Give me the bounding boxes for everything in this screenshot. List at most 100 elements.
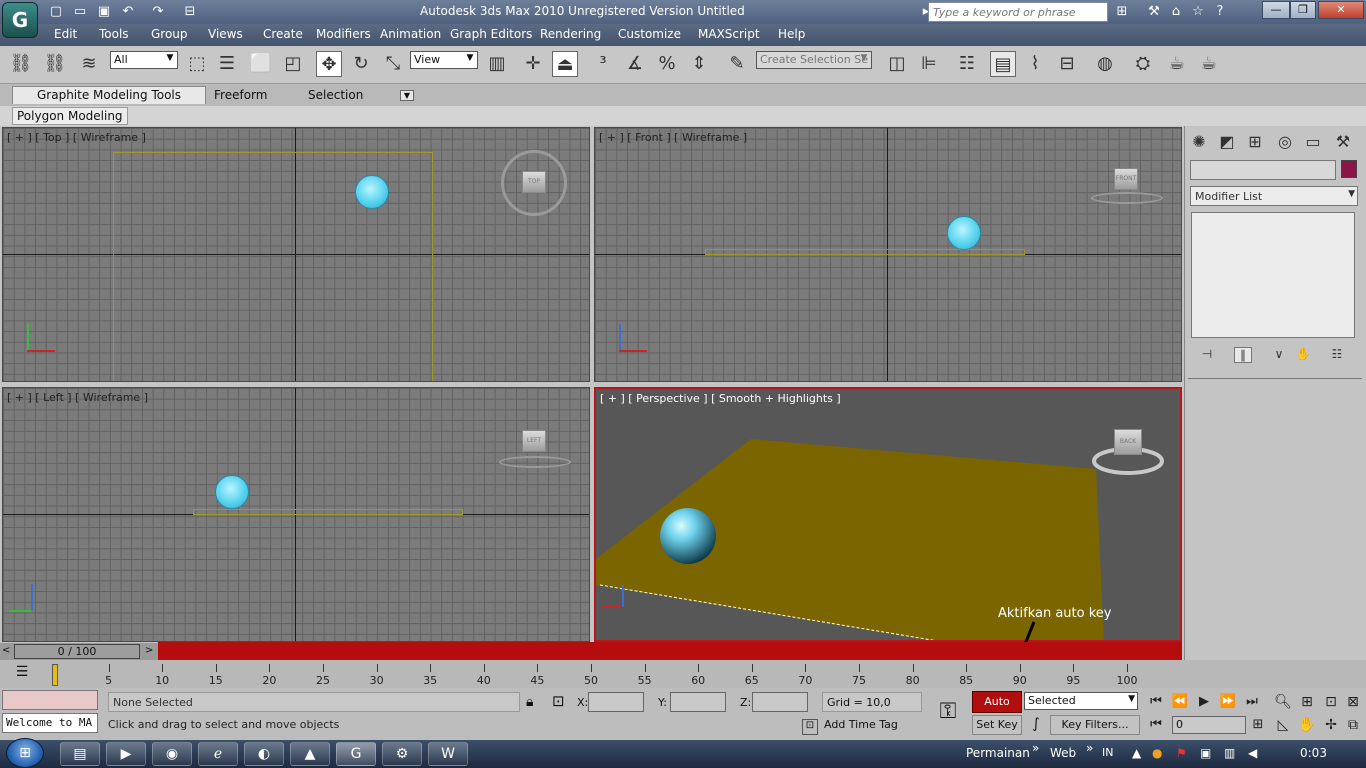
transform-mode-icon[interactable]: ⊡: [552, 692, 565, 710]
internet-explorer-taskbar-icon[interactable]: ℯ: [198, 742, 238, 766]
current-time-marker[interactable]: [52, 664, 58, 686]
default-tangent-icon[interactable]: ∫: [1026, 716, 1046, 734]
word-taskbar-icon[interactable]: W: [428, 742, 468, 766]
layer-manager-icon[interactable]: ☷: [954, 51, 980, 77]
auto-key-button[interactable]: Auto Key: [972, 691, 1022, 728]
chrome-taskbar-icon[interactable]: ◉: [152, 742, 192, 766]
menu-create[interactable]: Create: [263, 27, 303, 41]
named-selection-set-dropdown[interactable]: Create Selection Se ▼: [756, 51, 872, 69]
percent-snap-icon[interactable]: %: [654, 51, 680, 77]
viewport-left-label[interactable]: [ + ] [ Left ] [ Wireframe ]: [7, 391, 148, 404]
next-frame-icon[interactable]: ⏩: [1218, 693, 1238, 711]
go-to-end-icon[interactable]: ⏭: [1242, 693, 1262, 711]
mirror-icon[interactable]: ◫: [884, 51, 910, 77]
play-icon[interactable]: ▶: [1194, 693, 1214, 711]
modifier-list-dropdown[interactable]: Modifier List ▼: [1190, 186, 1358, 206]
tray-app-icon[interactable]: ●: [1152, 746, 1162, 760]
time-slider[interactable]: 0 / 100: [14, 644, 140, 659]
remove-modifier-icon[interactable]: ✋: [1294, 347, 1312, 363]
select-by-name-icon[interactable]: ☰: [214, 51, 240, 77]
angle-snap-icon[interactable]: ∡: [622, 51, 648, 77]
viewport-perspective-label[interactable]: [ + ] [ Perspective ] [ Smooth + Highlig…: [600, 392, 841, 405]
render-production-icon[interactable]: ☕: [1196, 51, 1222, 77]
prev-frame-icon[interactable]: <: [2, 645, 10, 656]
menu-group[interactable]: Group: [151, 27, 188, 41]
snaps-toggle-icon[interactable]: ³: [590, 51, 616, 77]
select-and-move-icon[interactable]: ✥: [316, 51, 342, 77]
tray-action-center-icon[interactable]: ⚑: [1176, 746, 1187, 760]
unlink-icon[interactable]: ⛓: [42, 51, 68, 77]
render-setup-icon[interactable]: ⛭: [1130, 51, 1156, 77]
3dsmax-taskbar-icon[interactable]: G: [336, 742, 376, 766]
zoom-all-icon[interactable]: ⊞: [1296, 692, 1318, 712]
toolbar-permainan[interactable]: Permainan: [966, 746, 1030, 760]
menu-maxscript[interactable]: MAXScript: [698, 27, 760, 41]
set-key-button[interactable]: Set Key: [972, 715, 1022, 735]
toolbar-expand-icon[interactable]: »: [1032, 741, 1039, 755]
lock-selection-icon[interactable]: 🔒︎: [526, 694, 533, 710]
graphite-toggle-icon[interactable]: ▤: [990, 51, 1016, 77]
viewcube[interactable]: LEFT: [522, 430, 546, 452]
sphere-wireframe[interactable]: [947, 216, 981, 250]
x-coordinate-field[interactable]: [588, 692, 644, 712]
current-frame-field[interactable]: 0: [1172, 716, 1246, 734]
key-filter-dropdown[interactable]: Selected ▼: [1024, 692, 1138, 710]
bind-space-warp-icon[interactable]: ≋: [76, 51, 102, 77]
toolbar-expand-icon[interactable]: »: [1086, 741, 1093, 755]
maxscript-listener-input[interactable]: [2, 690, 98, 710]
motion-panel-icon[interactable]: ◎: [1274, 131, 1296, 153]
next-frame-icon[interactable]: >: [145, 645, 153, 656]
make-unique-icon[interactable]: ∨: [1270, 347, 1288, 363]
explorer-taskbar-icon[interactable]: ▤: [60, 742, 100, 766]
tab-selection[interactable]: Selection: [302, 87, 369, 105]
configure-sets-icon[interactable]: ☷: [1328, 347, 1346, 363]
timeline[interactable]: [0, 660, 1366, 688]
maximize-button[interactable]: ❐: [1290, 1, 1316, 19]
add-time-tag-button[interactable]: Add Time Tag: [824, 718, 898, 731]
tray-show-hidden-icon[interactable]: ▲: [1132, 746, 1141, 760]
viewport-front[interactable]: [ + ] [ Front ] [ Wireframe ] FRONT: [594, 127, 1182, 382]
time-tag-icon[interactable]: ⊡: [802, 719, 818, 735]
tab-freeform[interactable]: Freeform: [208, 87, 273, 105]
plane-wireframe[interactable]: [705, 249, 1025, 255]
menu-animation[interactable]: Animation: [380, 27, 441, 41]
link-icon[interactable]: ⛓: [8, 51, 34, 77]
save-icon[interactable]: ▣: [94, 3, 114, 21]
show-end-result-icon[interactable]: ∥: [1234, 347, 1252, 363]
control-panel-taskbar-icon[interactable]: ⚙: [382, 742, 422, 766]
tab-graphite-modeling-tools[interactable]: Graphite Modeling Tools: [12, 86, 207, 104]
zoom-extents-all-icon[interactable]: ⊠: [1342, 692, 1364, 712]
polygon-modeling-panel[interactable]: Polygon Modeling: [12, 107, 128, 125]
keyboard-shortcut-override-icon[interactable]: ⏏: [552, 51, 578, 77]
hierarchy-panel-icon[interactable]: ⊞: [1244, 131, 1266, 153]
object-color-swatch[interactable]: [1341, 160, 1357, 178]
utilities-panel-icon[interactable]: ⚒: [1332, 131, 1354, 153]
ribbon-options-icon[interactable]: ▼: [400, 90, 414, 101]
go-to-start-icon[interactable]: ⏮: [1146, 693, 1166, 711]
menu-tools[interactable]: Tools: [99, 27, 129, 41]
avast-taskbar-icon[interactable]: ▲: [290, 742, 330, 766]
language-indicator[interactable]: IN: [1102, 746, 1113, 759]
key-mode-toggle-icon[interactable]: ⏮: [1146, 716, 1166, 734]
viewcube-ring[interactable]: [1091, 192, 1163, 204]
sphere-wireframe[interactable]: [355, 175, 389, 209]
object-name-field[interactable]: [1190, 160, 1336, 180]
edit-named-selection-icon[interactable]: ✎: [724, 51, 750, 77]
menu-modifiers[interactable]: Modifiers: [316, 27, 371, 41]
pivot-center-icon[interactable]: ▥: [484, 51, 510, 77]
selection-filter-dropdown[interactable]: All ▼: [110, 51, 178, 69]
media-player-taskbar-icon[interactable]: ▶: [106, 742, 146, 766]
redo-icon[interactable]: ↷: [148, 3, 168, 21]
maximize-viewport-icon[interactable]: ⧉: [1342, 715, 1364, 735]
binoculars-icon[interactable]: ⊞: [1112, 3, 1132, 21]
undo-icon[interactable]: ↶: [118, 3, 138, 21]
schematic-view-icon[interactable]: ⊟: [1054, 51, 1080, 77]
viewport-top-label[interactable]: [ + ] [ Top ] [ Wireframe ]: [7, 131, 146, 144]
pin-stack-icon[interactable]: ⊣: [1198, 347, 1216, 363]
modify-panel-icon[interactable]: ◩: [1216, 131, 1238, 153]
tray-network-icon[interactable]: ▥: [1224, 746, 1235, 760]
viewcube-ring[interactable]: [499, 456, 571, 468]
select-and-scale-icon[interactable]: ⤡: [380, 51, 406, 77]
menu-rendering[interactable]: Rendering: [540, 27, 601, 41]
open-file-icon[interactable]: ▭: [70, 3, 90, 21]
